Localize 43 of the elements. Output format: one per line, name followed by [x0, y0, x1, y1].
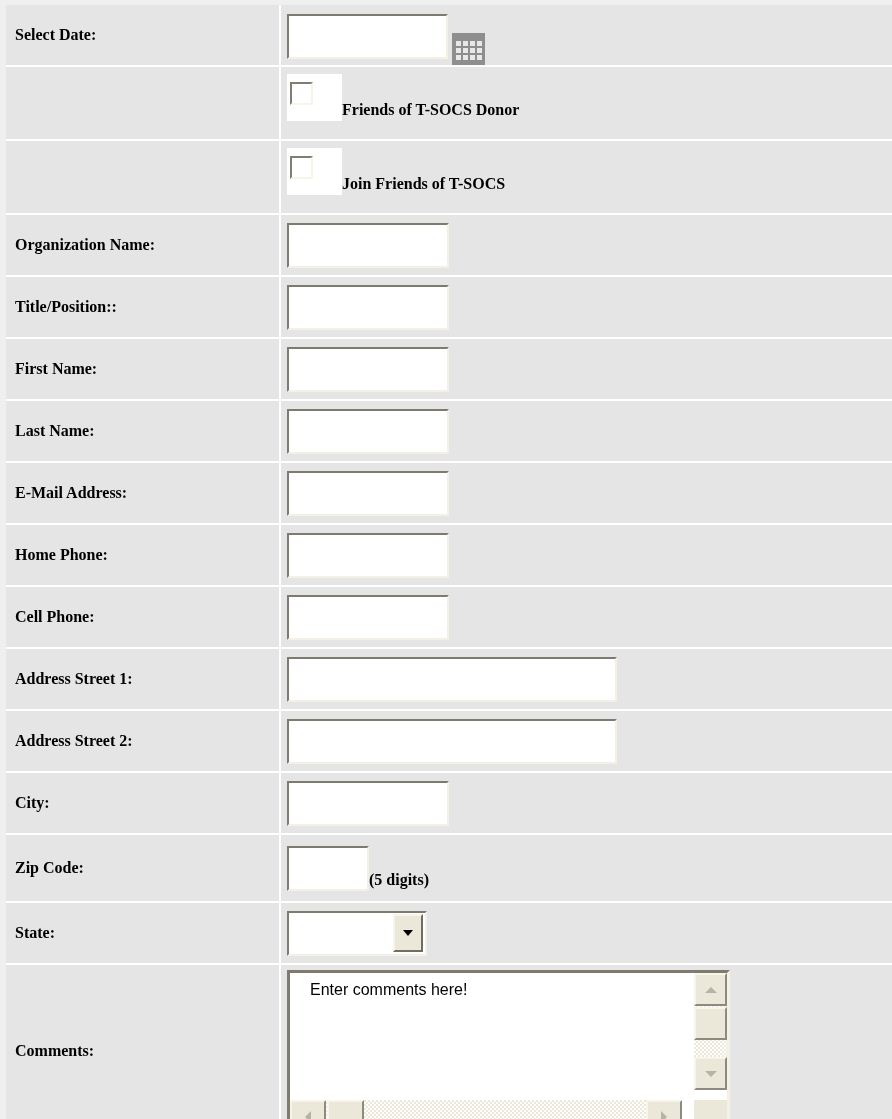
field-label: First Name: [14, 360, 98, 378]
state-select[interactable] [287, 910, 427, 956]
field-label: Title/Position:: [14, 298, 117, 316]
left-arrow-icon [305, 1110, 311, 1119]
field-label: City: [14, 794, 50, 812]
up-arrow-icon [704, 986, 717, 993]
scroll-down-button[interactable] [694, 1057, 727, 1090]
field-label: Comments: [14, 1041, 95, 1060]
field-label: Cell Phone: [14, 608, 95, 626]
text-field[interactable] [287, 284, 449, 330]
field-label: Address Street 2: [14, 732, 133, 750]
text-field[interactable] [287, 222, 449, 268]
field-label: State: [14, 924, 55, 942]
text-field[interactable] [287, 780, 449, 826]
calendar-icon[interactable] [452, 32, 485, 65]
vertical-scrollbar[interactable] [694, 973, 727, 1090]
text-field[interactable] [287, 346, 449, 392]
field-label: Zip Code: [14, 859, 84, 877]
checkbox[interactable] [290, 82, 313, 105]
zip-hint: (5 digits) [369, 870, 429, 889]
field-label: Last Name: [14, 422, 95, 440]
zip-field[interactable] [287, 845, 369, 891]
text-field[interactable] [287, 594, 449, 640]
text-field[interactable] [287, 532, 449, 578]
field-label: Home Phone: [14, 546, 108, 564]
field-label: Organization Name: [14, 236, 155, 254]
scroll-up-button[interactable] [694, 973, 727, 1006]
caret-icon [403, 929, 413, 936]
checkbox[interactable] [290, 156, 313, 179]
right-arrow-icon [661, 1110, 667, 1119]
down-arrow-icon [704, 1070, 717, 1077]
field-label: Select Date: [14, 26, 97, 44]
comments-box[interactable]: Enter comments here! [287, 970, 730, 1119]
date-field[interactable] [287, 13, 448, 59]
checkbox-label: Friends of T-SOCS Donor [342, 101, 520, 119]
text-field[interactable] [287, 656, 617, 702]
text-field[interactable] [287, 408, 449, 454]
text-field[interactable] [287, 718, 617, 764]
scroll-thumb[interactable] [694, 1007, 727, 1040]
text-field[interactable] [287, 470, 449, 516]
field-label: Address Street 1: [14, 670, 133, 688]
field-label: E-Mail Address: [14, 484, 128, 502]
checkbox-label: Join Friends of T-SOCS [342, 175, 506, 193]
